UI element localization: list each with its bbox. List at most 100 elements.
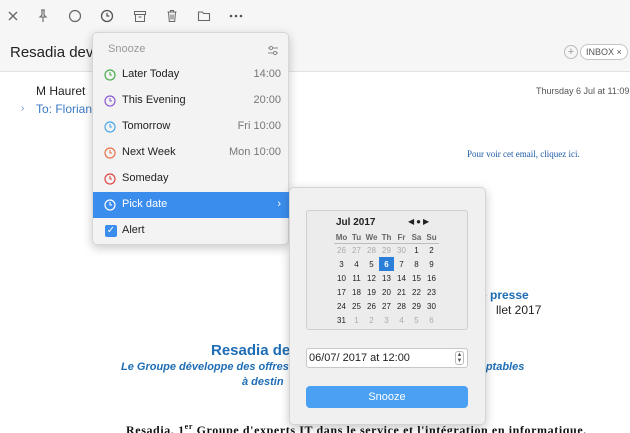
menu-item-time: Mon 10:00 xyxy=(229,146,281,158)
snooze-pick-date[interactable]: Pick date › xyxy=(93,192,290,218)
snooze-button[interactable]: Snooze xyxy=(306,386,468,408)
calendar-day[interactable]: 8 xyxy=(409,257,424,271)
menu-item-label: Later Today xyxy=(122,68,180,80)
sender-name: M Hauret xyxy=(36,84,86,98)
calendar-day[interactable]: 13 xyxy=(379,271,394,285)
tagline-line2: à destin xyxy=(242,376,284,388)
circle-icon[interactable] xyxy=(64,5,86,27)
snooze-this-evening[interactable]: This Evening 20:00 xyxy=(93,88,290,114)
calendar-month: Jul 2017 xyxy=(336,217,376,228)
calendar-day[interactable]: 5 xyxy=(409,313,424,327)
snooze-tomorrow[interactable]: Tomorrow Fri 10:00 xyxy=(93,114,290,140)
menu-item-label: Pick date xyxy=(122,198,168,210)
menu-item-time: 14:00 xyxy=(253,68,281,80)
press-date: llet 2017 xyxy=(496,303,542,317)
more-icon[interactable] xyxy=(225,5,247,27)
calendar-day[interactable]: 20 xyxy=(379,285,394,299)
date-picker-popover: Jul 2017 ◀●▶ Mo Tu We Th Fr Sa Su 26 27 … xyxy=(289,187,486,425)
calendar-day[interactable]: 26 xyxy=(334,243,349,257)
calendar-day[interactable]: 2 xyxy=(364,313,379,327)
tagline-start: Le Groupe développe des offres xyxy=(121,361,289,373)
weekday-header: Sa xyxy=(411,232,422,242)
folder-icon[interactable] xyxy=(193,5,215,27)
weekday-header: Fr xyxy=(397,232,406,242)
calendar-day[interactable]: 27 xyxy=(379,299,394,313)
body-superscript: er xyxy=(184,422,193,431)
calendar-day[interactable]: 29 xyxy=(409,299,424,313)
weekday-header: Mo xyxy=(335,232,348,242)
calendar-day[interactable]: 4 xyxy=(349,257,364,271)
today-dot-icon[interactable]: ● xyxy=(416,217,423,226)
calendar-day[interactable]: 19 xyxy=(364,285,379,299)
calendar-day[interactable]: 27 xyxy=(349,243,364,257)
weekday-header: We xyxy=(365,232,378,242)
alert-label: Alert xyxy=(122,224,145,236)
datetime-field[interactable]: 06/07/ 2017 at 12:00 ▲ ▼ xyxy=(306,348,468,368)
snooze-menu: Snooze Later Today 14:00 This Evening 20… xyxy=(92,32,290,245)
prev-month-icon[interactable]: ◀ xyxy=(408,217,416,226)
calendar-day[interactable]: 6 xyxy=(424,313,439,327)
label-badge[interactable]: INBOX × xyxy=(580,44,628,60)
calendar-day[interactable]: 7 xyxy=(394,257,409,271)
calendar-day[interactable]: 21 xyxy=(394,285,409,299)
calendar-day[interactable]: 16 xyxy=(424,271,439,285)
sliders-icon[interactable] xyxy=(267,43,279,61)
calendar-day[interactable]: 9 xyxy=(424,257,439,271)
calendar-day[interactable]: 3 xyxy=(379,313,394,327)
calendar-day[interactable]: 25 xyxy=(349,299,364,313)
calendar-day[interactable]: 5 xyxy=(364,257,379,271)
alert-toggle[interactable]: ✓ Alert xyxy=(93,218,290,244)
calendar-day[interactable]: 14 xyxy=(394,271,409,285)
body-prefix: Resadia, 1 xyxy=(126,423,185,433)
weekday-header: Tu xyxy=(351,232,362,242)
weekday-header: Th xyxy=(381,232,392,242)
calendar-day[interactable]: 18 xyxy=(349,285,364,299)
calendar-nav: ◀●▶ xyxy=(408,217,431,226)
calendar-day[interactable]: 3 xyxy=(334,257,349,271)
calendar-day[interactable]: 26 xyxy=(364,299,379,313)
calendar-day[interactable]: 28 xyxy=(364,243,379,257)
datetime-stepper[interactable]: ▲ ▼ xyxy=(455,351,464,365)
expand-recipients-icon[interactable]: › xyxy=(21,103,24,114)
snooze-next-week[interactable]: Next Week Mon 10:00 xyxy=(93,140,290,166)
checkmark-icon[interactable]: ✓ xyxy=(105,225,117,237)
next-month-icon[interactable]: ▶ xyxy=(423,217,431,226)
clock-icon xyxy=(104,147,116,159)
calendar-day[interactable]: 31 xyxy=(334,313,349,327)
snooze-someday[interactable]: Someday xyxy=(93,166,290,192)
calendar-day[interactable]: 30 xyxy=(394,243,409,257)
calendar: Jul 2017 ◀●▶ Mo Tu We Th Fr Sa Su 26 27 … xyxy=(306,210,468,330)
menu-item-label: This Evening xyxy=(122,94,186,106)
calendar-day[interactable]: 22 xyxy=(409,285,424,299)
calendar-day[interactable]: 1 xyxy=(409,243,424,257)
calendar-day[interactable]: 10 xyxy=(334,271,349,285)
recipient-line[interactable]: To: Florian xyxy=(36,102,92,116)
calendar-day[interactable]: 15 xyxy=(409,271,424,285)
menu-item-label: Tomorrow xyxy=(122,120,171,132)
datetime-value[interactable]: 06/07/ 2017 at 12:00 xyxy=(309,352,410,364)
pin-icon[interactable] xyxy=(32,5,54,27)
calendar-day[interactable]: 30 xyxy=(424,299,439,313)
trash-icon[interactable] xyxy=(161,5,183,27)
clock-icon xyxy=(104,173,116,185)
calendar-day[interactable]: 17 xyxy=(334,285,349,299)
snooze-later-today[interactable]: Later Today 14:00 xyxy=(93,62,290,88)
web-version-link[interactable]: Pour voir cet email, cliquez ici. xyxy=(467,149,580,159)
calendar-day[interactable]: 24 xyxy=(334,299,349,313)
calendar-day[interactable]: 23 xyxy=(424,285,439,299)
add-label-button[interactable]: + xyxy=(564,45,578,59)
clock-icon xyxy=(104,69,116,81)
clock-icon[interactable] xyxy=(96,5,118,27)
calendar-day[interactable]: 4 xyxy=(394,313,409,327)
toolbar xyxy=(0,0,630,32)
calendar-day[interactable]: 11 xyxy=(349,271,364,285)
calendar-day[interactable]: 1 xyxy=(349,313,364,327)
archive-icon[interactable] xyxy=(129,5,151,27)
calendar-day[interactable]: 29 xyxy=(379,243,394,257)
close-icon[interactable] xyxy=(2,5,24,27)
calendar-day[interactable]: 28 xyxy=(394,299,409,313)
calendar-day[interactable]: 2 xyxy=(424,243,439,257)
menu-item-time: 20:00 xyxy=(253,94,281,106)
calendar-day-selected[interactable]: 6 xyxy=(379,257,394,271)
calendar-day[interactable]: 12 xyxy=(364,271,379,285)
